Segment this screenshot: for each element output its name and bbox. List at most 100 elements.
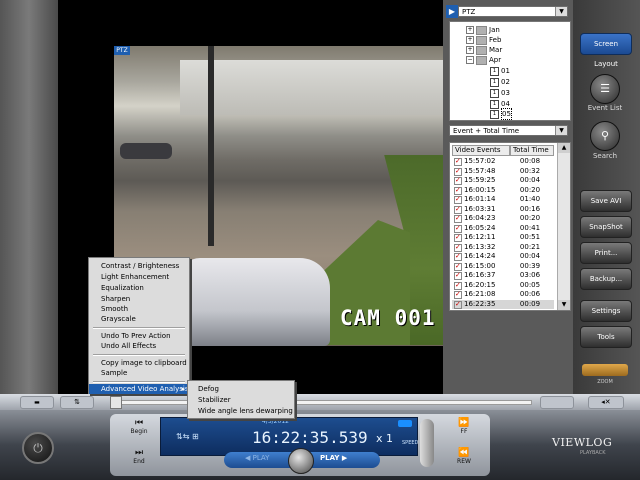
- end-button[interactable]: ⏭ End: [125, 448, 153, 472]
- checkbox-checked-icon[interactable]: ✓: [454, 158, 462, 166]
- brand-subtitle: PLAYBACK: [580, 450, 606, 456]
- zoom-slider[interactable]: [582, 364, 628, 376]
- table-row[interactable]: ✓ 16:14:24 00:04: [452, 252, 554, 262]
- table-row[interactable]: ✓ 15:59:25 00:04: [452, 176, 554, 186]
- table-row[interactable]: ✓ 16:22:35 00:09: [452, 299, 554, 309]
- tree-item-day-selected[interactable]: 1 05: [490, 108, 512, 120]
- event-filter-select[interactable]: Event + Total Time ▼: [449, 125, 568, 136]
- checkbox-checked-icon[interactable]: ✓: [454, 243, 462, 252]
- table-row[interactable]: ✓ 15:57:48 00:32: [452, 167, 554, 177]
- event-time-cell: 16:15:00: [464, 261, 496, 270]
- power-icon[interactable]: ⏻: [22, 432, 54, 464]
- tools-button[interactable]: Tools: [580, 326, 632, 348]
- checkbox-checked-icon[interactable]: ✓: [454, 177, 462, 185]
- search-icon[interactable]: ⚲: [590, 121, 620, 151]
- checkbox-checked-icon[interactable]: ✓: [454, 262, 462, 271]
- search-label: Search: [592, 152, 618, 160]
- checkbox-checked-icon[interactable]: ✓: [454, 300, 462, 309]
- total-time-cell: 00:32: [519, 166, 541, 175]
- tree-item-month[interactable]: + Mar: [466, 45, 502, 55]
- close-icon[interactable]: ◂✕: [588, 396, 624, 409]
- tree-item-month[interactable]: + Jan: [466, 25, 500, 35]
- event-time-cell: 16:03:31: [464, 204, 496, 213]
- table-row[interactable]: ✓ 16:03:31 00:16: [452, 205, 554, 215]
- display-mode-icon[interactable]: ⇅⇆ ⊞: [176, 432, 199, 441]
- checkbox-checked-icon[interactable]: ✓: [454, 272, 462, 280]
- table-row[interactable]: ✓ 16:04:23 00:20: [452, 214, 554, 224]
- print-button[interactable]: Print...: [580, 242, 632, 264]
- rewind-button[interactable]: ⏪ REW: [450, 448, 478, 472]
- menu-item-copy-image[interactable]: Copy image to clipboard: [89, 358, 189, 368]
- table-row[interactable]: ✓ 15:57:02 00:08: [452, 157, 554, 167]
- save-avi-button[interactable]: Save AVI: [580, 190, 632, 212]
- menu-item-sample[interactable]: Sample: [89, 368, 189, 378]
- menu-item-grayscale[interactable]: Grayscale: [89, 314, 189, 324]
- checkbox-checked-icon[interactable]: ✓: [454, 186, 462, 195]
- tree-item-day[interactable]: 1 02: [490, 77, 510, 87]
- tree-item-day[interactable]: 1 01: [490, 66, 510, 76]
- fast-forward-button[interactable]: ⏩ FF: [450, 418, 478, 442]
- settings-button[interactable]: Settings: [580, 300, 632, 322]
- mode-select[interactable]: PTZ ▼: [458, 6, 568, 17]
- scroll-up-icon[interactable]: ▲: [558, 143, 570, 153]
- menu-item-defog[interactable]: Defog: [188, 384, 294, 394]
- timeline-left-button[interactable]: ▬: [20, 396, 54, 409]
- event-time-cell: 16:05:24: [464, 223, 496, 232]
- jog-wheel[interactable]: [288, 448, 314, 474]
- backup-button[interactable]: Backup...: [580, 268, 632, 290]
- menu-item-smooth[interactable]: Smooth: [89, 304, 189, 314]
- table-row[interactable]: ✓ 16:01:14 01:40: [452, 195, 554, 205]
- checkbox-checked-icon[interactable]: ✓: [454, 234, 462, 242]
- table-row[interactable]: ✓ 16:20:15 00:05: [452, 281, 554, 291]
- tree-item-month[interactable]: + Feb: [466, 35, 501, 45]
- timeline-marker-icon[interactable]: ⇅: [60, 396, 94, 409]
- menu-item-dewarping[interactable]: Wide angle lens dewarping: [188, 406, 294, 416]
- scroll-down-icon[interactable]: ▼: [558, 300, 570, 310]
- checkbox-checked-icon[interactable]: ✓: [454, 281, 462, 290]
- begin-button[interactable]: ⏮ Begin: [125, 418, 153, 442]
- menu-item-undo-all[interactable]: Undo All Effects: [89, 341, 189, 351]
- event-list-icon[interactable]: ☰: [590, 74, 620, 104]
- screen-layout-button[interactable]: Screen Layout: [580, 33, 632, 68]
- table-row[interactable]: ✓ 16:13:32 00:21: [452, 243, 554, 253]
- timeline-right-button[interactable]: [540, 396, 574, 409]
- timeline-slider-thumb[interactable]: [110, 396, 122, 409]
- folder-icon: [476, 55, 487, 65]
- reverse-play-button[interactable]: ◀ PLAY: [245, 454, 269, 462]
- menu-item-undo-prev[interactable]: Undo To Prev Action: [89, 331, 189, 341]
- table-row[interactable]: ✓ 16:21:08 00:06: [452, 290, 554, 300]
- table-row[interactable]: ✓ 16:15:00 00:39: [452, 262, 554, 272]
- checkbox-checked-icon[interactable]: ✓: [454, 224, 462, 233]
- menu-item-advanced-video-analysis[interactable]: Advanced Video Analysis ▸: [89, 384, 189, 394]
- table-row[interactable]: ✓ 16:05:24 00:41: [452, 224, 554, 234]
- checkbox-checked-icon[interactable]: ✓: [454, 196, 462, 204]
- checkbox-checked-icon[interactable]: ✓: [454, 291, 462, 299]
- tree-item-month[interactable]: − Apr: [466, 55, 501, 65]
- speed-slider[interactable]: [420, 419, 434, 467]
- menu-item-sharpen[interactable]: Sharpen: [89, 294, 189, 304]
- checkbox-checked-icon[interactable]: ✓: [454, 253, 462, 261]
- menu-item-stabilizer[interactable]: Stabilizer: [188, 395, 294, 405]
- table-row[interactable]: ✓ 16:12:11 00:51: [452, 233, 554, 243]
- menu-item-contrast[interactable]: Contrast / Brighteness: [89, 261, 189, 271]
- date-tree[interactable]: + Jan + Feb + Mar − Apr 1 01 1 02 1 03 1 04 1 05: [449, 21, 571, 121]
- events-table[interactable]: Video Events Total Time ✓ 15:57:02 00:08 ✓ 1…: [449, 142, 571, 311]
- column-header-video-events[interactable]: Video Events: [452, 145, 510, 156]
- menu-item-equalization[interactable]: Equalization: [89, 283, 189, 293]
- context-menu: Contrast / Brighteness Light Enhancement…: [88, 257, 190, 394]
- table-row[interactable]: ✓ 16:16:37 03:06: [452, 271, 554, 281]
- checkbox-checked-icon[interactable]: ✓: [454, 167, 462, 176]
- checkbox-checked-icon[interactable]: ✓: [454, 205, 462, 214]
- column-header-total-time[interactable]: Total Time: [510, 145, 554, 156]
- expand-icon: +: [466, 26, 474, 34]
- chevron-right-icon: ▸: [181, 385, 185, 393]
- timeline-slider[interactable]: [110, 400, 532, 405]
- panel-toggle-icon[interactable]: ▶: [446, 5, 458, 18]
- snapshot-button[interactable]: SnapShot: [580, 216, 632, 238]
- table-row[interactable]: ✓ 16:00:15 00:20: [452, 186, 554, 196]
- menu-item-light-enhancement[interactable]: Light Enhancement: [89, 272, 189, 282]
- events-scrollbar[interactable]: ▲ ▼: [557, 143, 570, 310]
- tree-item-day[interactable]: 1 03: [490, 88, 510, 98]
- checkbox-checked-icon[interactable]: ✓: [454, 215, 462, 223]
- play-button[interactable]: PLAY ▶: [320, 454, 347, 462]
